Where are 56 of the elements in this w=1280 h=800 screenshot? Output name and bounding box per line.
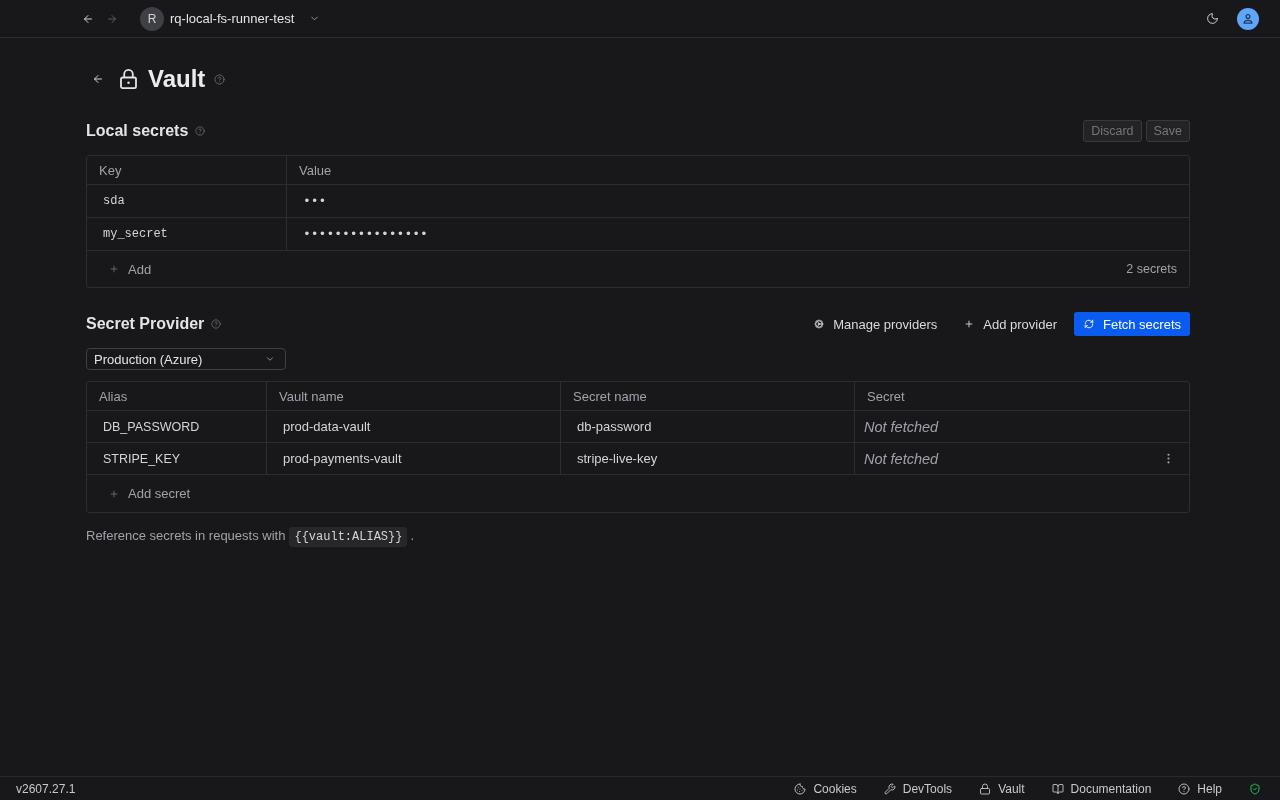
- shield-icon[interactable]: [1249, 782, 1261, 795]
- chevron-down-icon: [265, 354, 275, 364]
- help-icon[interactable]: [214, 73, 226, 85]
- moon-icon[interactable]: [1206, 12, 1219, 25]
- back-arrow-icon[interactable]: [92, 73, 104, 85]
- workspace-switcher[interactable]: R rq-local-fs-runner-test: [140, 6, 321, 31]
- add-secret-button[interactable]: Add: [109, 261, 152, 277]
- secret-count: 2 secrets: [1126, 262, 1177, 276]
- hint-text: Reference secrets in requests with {{vault:ALIAS}} .: [86, 525, 1190, 548]
- section-title: Local secrets: [86, 122, 189, 140]
- workspace-avatar: R: [140, 6, 164, 31]
- masked-value-cell: •••: [286, 185, 1189, 217]
- table-cell-text: DB_PASSWORD: [102, 418, 201, 436]
- plus-icon: [109, 264, 119, 274]
- add-button[interactable]: Add provider: [954, 312, 1066, 336]
- table-cell: db-password: [560, 411, 854, 442]
- help-icon: [1178, 782, 1191, 795]
- column-header: Vault name: [266, 382, 560, 410]
- manage-button[interactable]: Manage providers: [804, 312, 947, 336]
- devtools-button[interactable]: DevTools: [883, 781, 953, 796]
- table-cell-text: my_secret: [102, 226, 169, 243]
- code-snippet: {{vault:ALIAS}}: [289, 527, 408, 547]
- padlock-icon: [120, 69, 137, 89]
- gear-icon: [814, 319, 825, 329]
- secret-status-text: Not fetched: [864, 450, 939, 467]
- secret-status-text: Not fetched: [864, 418, 939, 435]
- refresh-icon: [1083, 319, 1094, 329]
- version-label: v2607.27.1: [16, 781, 76, 796]
- cookie-icon: [794, 782, 807, 795]
- column-header: Secret: [854, 382, 1189, 410]
- plus-icon: [109, 488, 119, 499]
- documentation-button[interactable]: Documentation: [1051, 781, 1152, 796]
- column-header: Secret name: [560, 382, 854, 410]
- masked-value-cell: ••••••••••••••••: [286, 218, 1189, 250]
- table-cell: prod-data-vault: [266, 411, 560, 442]
- fetch-button[interactable]: Fetch secrets: [1073, 312, 1190, 336]
- plus-icon: [964, 319, 975, 329]
- user-avatar-icon[interactable]: [1237, 7, 1259, 30]
- help-button[interactable]: Help: [1178, 781, 1222, 796]
- column-header: Alias: [98, 387, 129, 406]
- add-secret-button[interactable]: Add secret: [109, 486, 191, 501]
- cookies-button[interactable]: Cookies: [794, 781, 857, 796]
- table-cell: prod-payments-vault: [266, 443, 560, 474]
- lock-icon: [979, 782, 992, 795]
- column-header: Key: [98, 161, 123, 180]
- table-cell: stripe-live-key: [560, 443, 854, 474]
- section-title: Secret Provider: [86, 315, 205, 333]
- vault-button[interactable]: Vault: [979, 781, 1025, 796]
- provider-select[interactable]: Production (Azure): [86, 348, 286, 370]
- book-icon: [1051, 782, 1064, 795]
- wrench-icon: [883, 782, 896, 795]
- back-arrow-icon[interactable]: [82, 12, 94, 25]
- column-header: Value: [286, 156, 1189, 184]
- table-cell-text: sda: [102, 193, 126, 210]
- page-title: Vault: [148, 65, 206, 93]
- table-cell-text: STRIPE_KEY: [102, 450, 182, 468]
